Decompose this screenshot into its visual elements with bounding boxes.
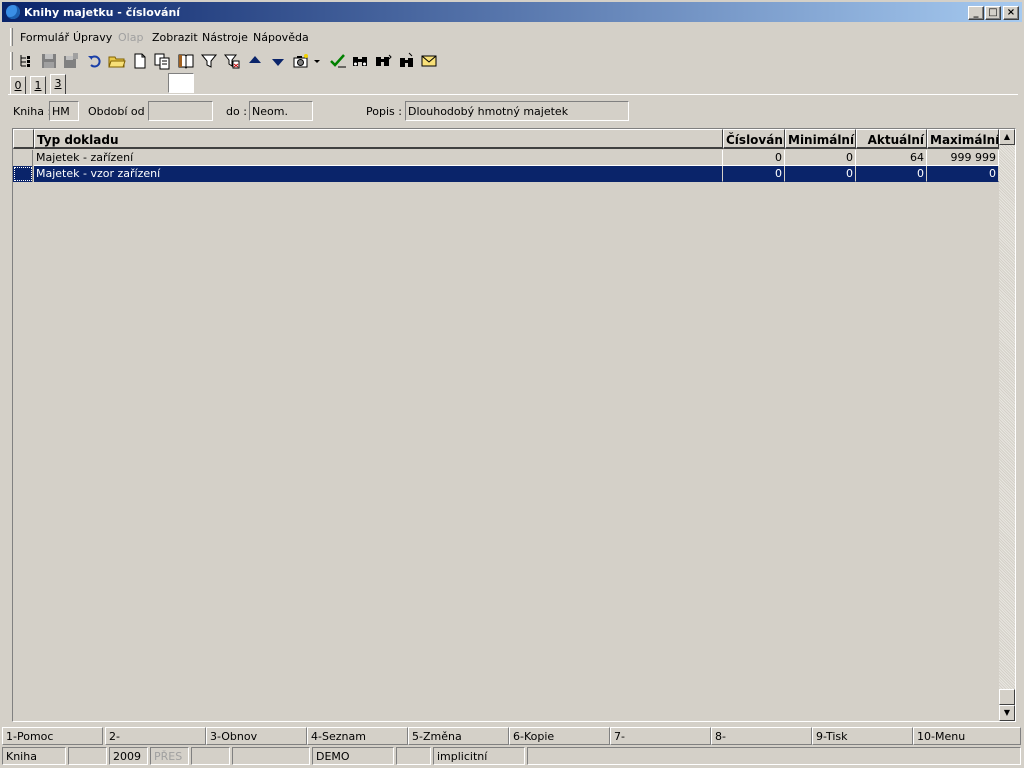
minimize-button[interactable]: _ (968, 6, 984, 20)
menu-nastroje[interactable]: Nástroje (202, 31, 248, 44)
tab-1[interactable]: 1 (30, 76, 46, 95)
window-title: Knihy majetku - číslování (24, 6, 181, 19)
row-marker[interactable] (13, 150, 33, 166)
cell-maximalni: 0 (927, 166, 999, 182)
table-row[interactable]: Majetek - zařízení 0 0 64 999 999 (13, 150, 999, 166)
book-icon[interactable] (177, 52, 195, 70)
fkey-1[interactable]: 1-Pomoc (2, 727, 103, 745)
tab-3[interactable]: 3 (50, 74, 66, 95)
maximize-button[interactable]: □ (985, 6, 1001, 20)
fkey-10[interactable]: 10-Menu (913, 727, 1021, 745)
menu-grip (10, 28, 13, 46)
toolbar-grip (10, 52, 13, 70)
status-empty-3 (232, 747, 310, 765)
row-marker[interactable] (13, 166, 33, 182)
filter-clear-icon[interactable] (223, 52, 241, 70)
binoculars-replace-icon[interactable] (397, 52, 415, 70)
column-maximalni[interactable]: Maximální (927, 129, 999, 149)
menu-olap[interactable]: Olap (118, 31, 143, 44)
status-database: DEMO (312, 747, 394, 765)
tab-0[interactable]: 0 (10, 76, 26, 95)
scroll-down-button[interactable]: ▼ (999, 705, 1015, 721)
open-folder-icon[interactable] (108, 52, 126, 70)
camera-icon[interactable] (292, 52, 310, 70)
obdobi-od-field[interactable] (148, 101, 213, 121)
arrow-down-icon[interactable] (269, 52, 287, 70)
fkey-2[interactable]: 2- (105, 727, 206, 745)
app-icon (6, 5, 20, 19)
cell-aktualni: 64 (856, 150, 927, 166)
kniha-field[interactable]: HM (49, 101, 79, 121)
status-kniha: Kniha (2, 747, 66, 765)
binoculars-icon[interactable] (351, 52, 369, 70)
fkey-7[interactable]: 7- (610, 727, 711, 745)
menu-bar: Formulář Úpravy Olap Zobrazit Nástroje N… (8, 26, 1018, 48)
cell-minimalni: 0 (785, 150, 856, 166)
table-row-selected[interactable]: Majetek - vzor zařízení 0 0 0 0 (13, 166, 999, 182)
scroll-thumb[interactable] (999, 689, 1015, 705)
cell-typ-dokladu: Majetek - zařízení (34, 150, 723, 166)
header-corner (13, 129, 34, 149)
cell-aktualni: 0 (856, 166, 927, 182)
kniha-label: Kniha : (13, 105, 52, 118)
menu-formular[interactable]: Formulář (20, 31, 69, 44)
title-bar: Knihy majetku - číslování _ □ × (2, 2, 1022, 22)
tab-separator (8, 94, 1018, 95)
status-message (527, 747, 1021, 765)
function-key-bar: 1-Pomoc 2- 3-Obnov 4-Seznam 5-Změna 6-Ko… (2, 727, 1022, 745)
do-field[interactable]: Neom. (249, 101, 313, 121)
cell-cislovani: 0 (723, 166, 785, 182)
column-typ-dokladu[interactable]: Typ dokladu (34, 129, 723, 149)
save-as-icon[interactable] (62, 52, 80, 70)
status-empty-1 (68, 747, 107, 765)
menu-upravy[interactable]: Úpravy (73, 31, 112, 44)
copy-icon[interactable] (153, 52, 171, 70)
column-cislovani[interactable]: Číslování (723, 129, 785, 149)
fkey-8[interactable]: 8- (711, 727, 812, 745)
mail-icon[interactable] (420, 52, 438, 70)
cell-cislovani: 0 (723, 150, 785, 166)
obdobi-od-label: Období od : (88, 105, 152, 118)
save-icon[interactable] (40, 52, 58, 70)
close-button[interactable]: × (1003, 6, 1019, 20)
column-minimalni[interactable]: Minimální (785, 129, 856, 149)
cell-typ-dokladu: Majetek - vzor zařízení (34, 166, 723, 182)
popis-label: Popis : (366, 105, 402, 118)
vertical-scrollbar[interactable]: ▲ ▼ (999, 129, 1015, 721)
fkey-5[interactable]: 5-Změna (408, 727, 509, 745)
check-icon[interactable] (329, 52, 347, 70)
binoculars-next-icon[interactable] (374, 52, 392, 70)
status-empty-2 (191, 747, 230, 765)
status-profile: implicitní (433, 747, 525, 765)
toolbar (8, 50, 1018, 72)
tree-icon[interactable] (18, 52, 36, 70)
popis-field[interactable]: Dlouhodobý hmotný majetek (405, 101, 629, 121)
menu-zobrazit[interactable]: Zobrazit (152, 31, 198, 44)
data-grid: Typ dokladu Číslování Minimální Aktuální… (12, 128, 1016, 722)
filter-icon[interactable] (200, 52, 218, 70)
fkey-6[interactable]: 6-Kopie (509, 727, 610, 745)
arrow-up-icon[interactable] (246, 52, 264, 70)
new-document-icon[interactable] (131, 52, 149, 70)
fkey-9[interactable]: 9-Tisk (812, 727, 913, 745)
cell-maximalni: 999 999 (927, 150, 999, 166)
status-overwrite: PŘES (150, 747, 189, 765)
fkey-4[interactable]: 4-Seznam (307, 727, 408, 745)
small-input-box[interactable] (168, 73, 194, 93)
column-aktualni[interactable]: Aktuální (856, 129, 927, 149)
status-bar: Kniha 2009 PŘES DEMO implicitní (2, 746, 1022, 766)
fkey-3[interactable]: 3-Obnov (206, 727, 307, 745)
do-label: do : (226, 105, 247, 118)
undo-icon[interactable] (86, 52, 104, 70)
status-empty-4 (396, 747, 431, 765)
cell-minimalni: 0 (785, 166, 856, 182)
menu-napoveda[interactable]: Nápověda (253, 31, 309, 44)
status-year: 2009 (109, 747, 148, 765)
scroll-up-button[interactable]: ▲ (999, 129, 1015, 145)
dropdown-arrow-icon[interactable] (312, 52, 322, 70)
